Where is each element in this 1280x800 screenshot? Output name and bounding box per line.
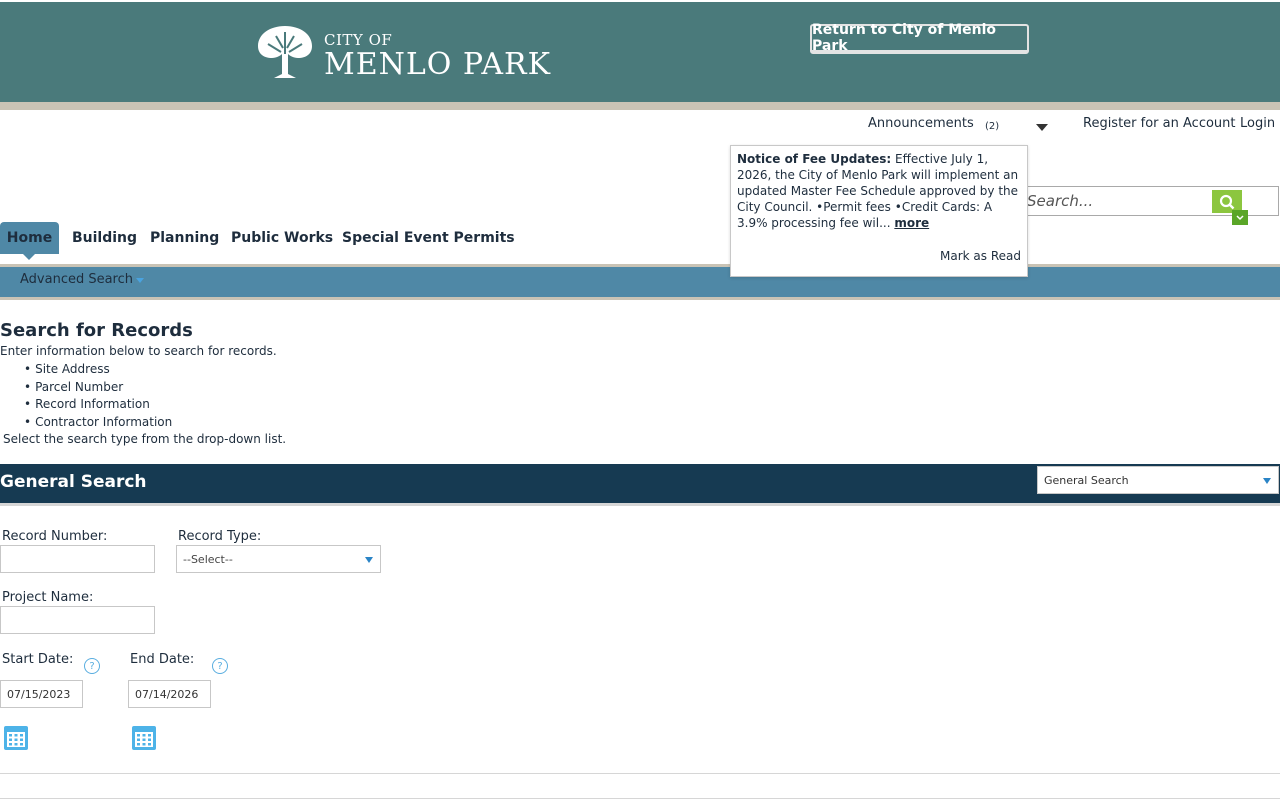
end-date-help-icon[interactable]: ? <box>212 658 228 674</box>
tree-logo-icon <box>258 26 312 78</box>
register-link[interactable]: Register for an Account <box>1083 116 1236 131</box>
announcement-popup: Notice of Fee Updates: Effective July 1,… <box>730 145 1028 277</box>
start-date-help-icon[interactable]: ? <box>84 658 100 674</box>
record-type-select[interactable]: --Select-- <box>176 545 381 573</box>
list-item: Parcel Number <box>24 379 172 397</box>
page-title: Search for Records <box>0 320 193 341</box>
global-search-input[interactable] <box>1025 189 1205 213</box>
intro-text: Enter information below to search for re… <box>0 344 277 358</box>
start-date-label: Start Date: <box>2 652 74 667</box>
search-options-list: Site Address Parcel Number Record Inform… <box>24 361 172 431</box>
list-item: Site Address <box>24 361 172 379</box>
tab-home[interactable]: Home <box>0 222 59 254</box>
city-logo[interactable]: CITY OF MENLO PARK <box>254 20 551 80</box>
subnav-divider <box>0 297 1280 300</box>
record-number-input[interactable] <box>0 545 155 573</box>
logo-big-text: MENLO PARK <box>324 47 552 82</box>
caret-down-icon <box>136 278 145 283</box>
advanced-search-menu[interactable]: Advanced Search <box>20 272 145 287</box>
record-number-label: Record Number: <box>2 529 108 544</box>
end-date-input[interactable] <box>128 680 211 708</box>
advanced-search-label: Advanced Search <box>20 272 134 287</box>
search-type-selected-value: General Search <box>1044 473 1129 487</box>
search-icon <box>1219 194 1235 209</box>
section-divider <box>0 503 1280 506</box>
logo-small-text: CITY OF <box>324 31 393 49</box>
select-hint-text: Select the search type from the drop-dow… <box>3 432 287 446</box>
section-title: General Search <box>0 472 147 492</box>
tab-planning[interactable]: Planning <box>150 222 219 254</box>
return-to-city-button[interactable]: Return to City of Menlo Park <box>810 22 1029 54</box>
announcements-link[interactable]: Announcements <box>868 116 974 131</box>
list-item: Contractor Information <box>24 414 172 432</box>
search-type-select[interactable]: General Search <box>1037 466 1279 494</box>
record-type-label: Record Type: <box>178 529 262 544</box>
start-date-input[interactable] <box>0 680 83 708</box>
header-divider <box>0 102 1280 110</box>
chevron-down-icon <box>1236 214 1244 220</box>
site-header: CITY OF MENLO PARK Return to City of Men… <box>0 0 1280 102</box>
form-divider <box>0 798 1280 799</box>
project-name-input[interactable] <box>0 606 155 634</box>
announcements-dropdown-icon[interactable] <box>1036 124 1048 131</box>
start-date-calendar-icon[interactable] <box>4 726 28 750</box>
search-options-button[interactable] <box>1232 210 1248 225</box>
tab-public-works[interactable]: Public Works <box>231 222 333 254</box>
tab-special-event-permits[interactable]: Special Event Permits <box>342 222 515 254</box>
list-item: Record Information <box>24 396 172 414</box>
dropdown-arrow-icon <box>365 557 373 563</box>
announcements-count: (2) <box>985 121 1000 132</box>
announcement-more-link[interactable]: more <box>894 216 929 230</box>
announcement-title: Notice of Fee Updates: <box>737 152 892 166</box>
dropdown-arrow-icon <box>1263 478 1271 484</box>
end-date-label: End Date: <box>130 652 195 667</box>
project-name-label: Project Name: <box>2 590 94 605</box>
logo-text: CITY OF MENLO PARK <box>324 33 551 80</box>
end-date-calendar-icon[interactable] <box>132 726 156 750</box>
form-divider <box>0 773 1280 774</box>
sub-navigation-bar <box>0 267 1280 297</box>
tab-building[interactable]: Building <box>72 222 137 254</box>
mark-as-read-link[interactable]: Mark as Read <box>940 248 1021 264</box>
active-tab-indicator <box>23 254 35 260</box>
login-link[interactable]: Login <box>1240 116 1275 131</box>
record-type-selected-value: --Select-- <box>183 552 233 566</box>
